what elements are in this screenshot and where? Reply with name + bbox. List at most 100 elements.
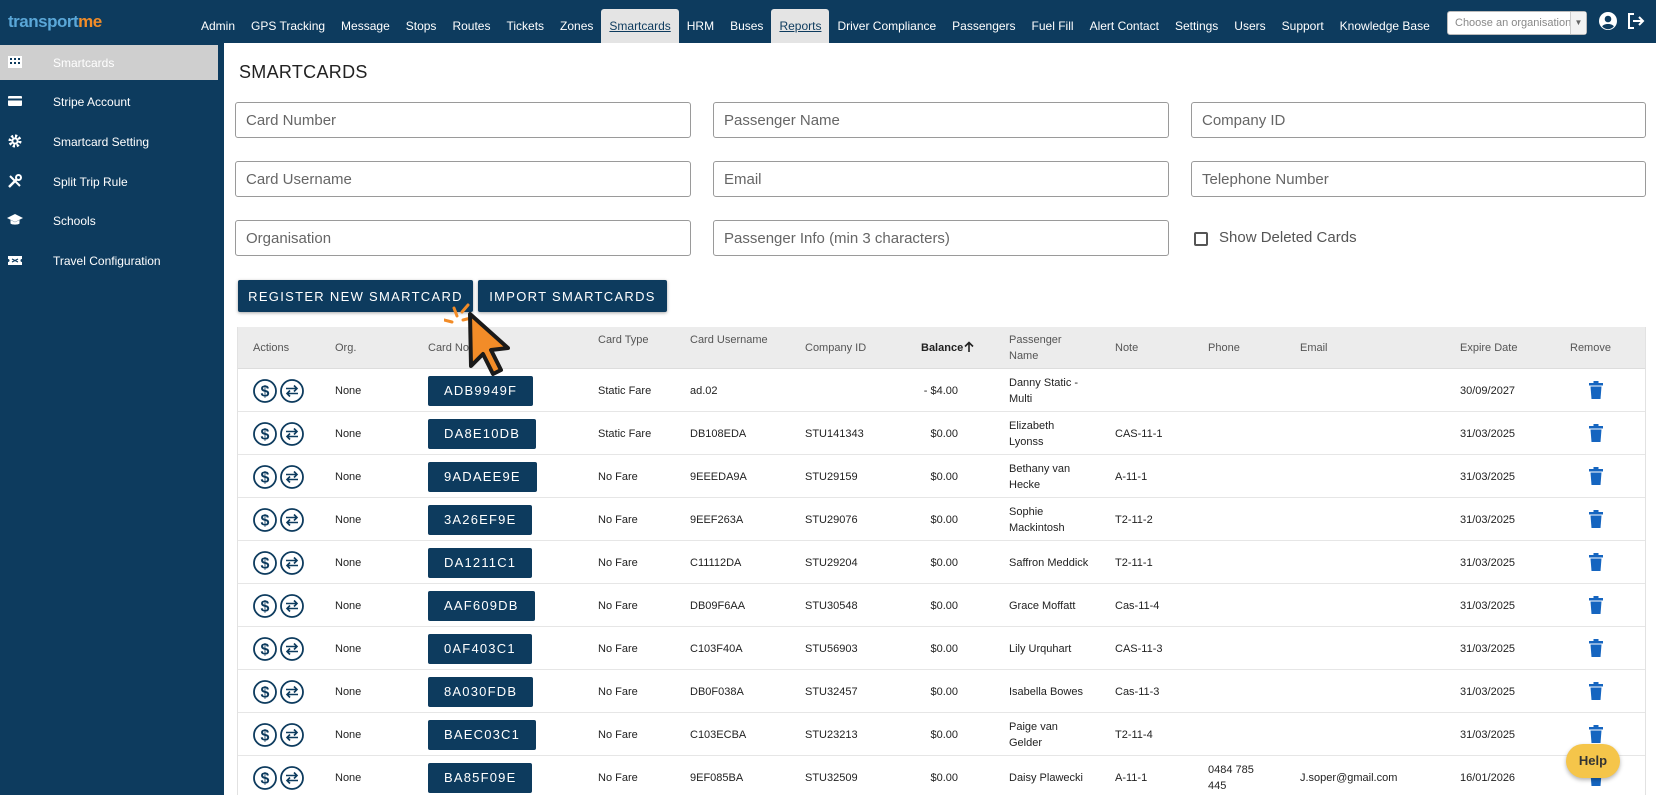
transfer-icon[interactable] bbox=[280, 465, 304, 489]
card-number-button[interactable]: DA8E10DB bbox=[428, 419, 537, 449]
nav-item-alert-contact[interactable]: Alert Contact bbox=[1082, 9, 1167, 43]
header-phone[interactable]: Phone bbox=[1208, 340, 1240, 356]
header-card-no[interactable]: Card No. bbox=[428, 340, 472, 356]
passenger-name-field[interactable] bbox=[713, 102, 1169, 138]
nav-item-tickets[interactable]: Tickets bbox=[498, 9, 552, 43]
svg-text:$: $ bbox=[261, 728, 270, 745]
delete-trash-icon[interactable] bbox=[1589, 510, 1603, 528]
card-number-button[interactable]: 8A030FDB bbox=[428, 677, 534, 707]
svg-text:$: $ bbox=[261, 427, 270, 444]
transfer-icon[interactable] bbox=[280, 422, 304, 446]
nav-item-reports[interactable]: Reports bbox=[771, 9, 830, 43]
header-card-type[interactable]: Card Type bbox=[598, 332, 649, 348]
sort-ascending-icon[interactable] bbox=[964, 341, 974, 353]
card-number-button[interactable]: BA85F09E bbox=[428, 763, 533, 793]
organisation-field[interactable] bbox=[235, 220, 691, 256]
transfer-icon[interactable] bbox=[280, 766, 304, 790]
sidebar-item-split-trip-rule[interactable]: Split Trip Rule bbox=[0, 164, 218, 199]
nav-item-settings[interactable]: Settings bbox=[1167, 9, 1226, 43]
header-note[interactable]: Note bbox=[1115, 340, 1138, 356]
organisation-select[interactable]: Choose an organisation ▼ bbox=[1447, 11, 1587, 35]
header-passenger-name[interactable]: Passenger Name bbox=[1009, 332, 1069, 364]
top-up-balance-icon[interactable]: $ bbox=[253, 551, 277, 575]
header-card-username[interactable]: Card Username bbox=[690, 332, 770, 348]
transfer-icon[interactable] bbox=[280, 508, 304, 532]
nav-item-driver-compliance[interactable]: Driver Compliance bbox=[829, 9, 944, 43]
cell-card-type: No Fare bbox=[598, 557, 638, 569]
nav-item-gps-tracking[interactable]: GPS Tracking bbox=[243, 9, 333, 43]
header-org[interactable]: Org. bbox=[335, 340, 356, 356]
nav-item-fuel-fill[interactable]: Fuel Fill bbox=[1024, 9, 1082, 43]
register-smartcard-button[interactable]: REGISTER NEW SMARTCARD bbox=[238, 280, 473, 312]
nav-item-knowledge-base[interactable]: Knowledge Base bbox=[1332, 9, 1438, 43]
transfer-icon[interactable] bbox=[280, 379, 304, 403]
top-navbar: transportme Admin GPS Tracking Message Stop… bbox=[0, 0, 1656, 43]
nav-item-routes[interactable]: Routes bbox=[444, 9, 498, 43]
top-up-balance-icon[interactable]: $ bbox=[253, 766, 277, 790]
show-deleted-checkbox[interactable] bbox=[1194, 232, 1208, 246]
brand-logo[interactable]: transportme bbox=[8, 12, 102, 32]
nav-item-smartcards[interactable]: Smartcards bbox=[601, 9, 679, 43]
transfer-icon[interactable] bbox=[280, 594, 304, 618]
card-number-button[interactable]: 9ADAEE9E bbox=[428, 462, 537, 492]
nav-item-buses[interactable]: Buses bbox=[722, 9, 771, 43]
sidebar-item-smartcards[interactable]: Smartcards bbox=[0, 45, 218, 80]
user-account-icon[interactable] bbox=[1598, 11, 1618, 31]
delete-trash-icon[interactable] bbox=[1589, 639, 1603, 657]
card-number-button[interactable]: DA1211C1 bbox=[428, 548, 533, 578]
card-username-field[interactable] bbox=[235, 161, 691, 197]
delete-trash-icon[interactable] bbox=[1589, 467, 1603, 485]
sidebar-item-stripe-account[interactable]: Stripe Account bbox=[0, 84, 218, 119]
top-up-balance-icon[interactable]: $ bbox=[253, 508, 277, 532]
delete-trash-icon[interactable] bbox=[1589, 682, 1603, 700]
delete-trash-icon[interactable] bbox=[1589, 596, 1603, 614]
help-button[interactable]: Help bbox=[1566, 744, 1620, 778]
email-field[interactable] bbox=[713, 161, 1169, 197]
header-balance[interactable]: Balance bbox=[921, 340, 963, 356]
top-up-balance-icon[interactable]: $ bbox=[253, 680, 277, 704]
top-up-balance-icon[interactable]: $ bbox=[253, 465, 277, 489]
nav-item-hrm[interactable]: HRM bbox=[679, 9, 722, 43]
import-smartcards-button[interactable]: IMPORT SMARTCARDS bbox=[478, 280, 667, 312]
passenger-info-field[interactable] bbox=[713, 220, 1169, 256]
top-up-balance-icon[interactable]: $ bbox=[253, 379, 277, 403]
sidebar-item-travel-configuration[interactable]: Travel Configuration bbox=[0, 243, 218, 278]
header-company-id[interactable]: Company ID bbox=[805, 340, 866, 356]
top-up-balance-icon[interactable]: $ bbox=[253, 723, 277, 747]
delete-trash-icon[interactable] bbox=[1589, 553, 1603, 571]
cell-card-type: Static Fare bbox=[598, 385, 652, 397]
delete-trash-icon[interactable] bbox=[1589, 381, 1603, 399]
top-up-balance-icon[interactable]: $ bbox=[253, 594, 277, 618]
card-number-button[interactable]: ADB9949F bbox=[428, 376, 534, 406]
transfer-icon[interactable] bbox=[280, 637, 304, 661]
nav-item-message[interactable]: Message bbox=[333, 9, 398, 43]
card-number-button[interactable]: BAEC03C1 bbox=[428, 720, 537, 750]
logout-icon[interactable] bbox=[1626, 11, 1646, 31]
sidebar-item-smartcard-setting[interactable]: Smartcard Setting bbox=[0, 124, 218, 159]
nav-item-stops[interactable]: Stops bbox=[398, 9, 445, 43]
nav-item-admin[interactable]: Admin bbox=[193, 9, 243, 43]
company-id-field[interactable] bbox=[1191, 102, 1646, 138]
transfer-icon[interactable] bbox=[280, 551, 304, 575]
table-row: $ None BAEC03C1 No Fare C103ECBA STU23213 $0.0… bbox=[238, 713, 1645, 756]
delete-trash-icon[interactable] bbox=[1589, 725, 1603, 743]
nav-item-support[interactable]: Support bbox=[1274, 9, 1332, 43]
cell-card-username: DB108EDA bbox=[690, 428, 747, 440]
telephone-field[interactable] bbox=[1191, 161, 1646, 197]
nav-item-zones[interactable]: Zones bbox=[552, 9, 601, 43]
card-number-button[interactable]: 3A26EF9E bbox=[428, 505, 533, 535]
header-email[interactable]: Email bbox=[1300, 340, 1328, 356]
header-expire-date[interactable]: Expire Date bbox=[1460, 340, 1517, 356]
card-number-button[interactable]: 0AF403C1 bbox=[428, 634, 532, 664]
top-up-balance-icon[interactable]: $ bbox=[253, 637, 277, 661]
top-up-balance-icon[interactable]: $ bbox=[253, 422, 277, 446]
nav-item-users[interactable]: Users bbox=[1226, 9, 1273, 43]
card-number-button[interactable]: AAF609DB bbox=[428, 591, 535, 621]
sidebar-item-schools[interactable]: Schools bbox=[0, 203, 218, 238]
nav-item-passengers[interactable]: Passengers bbox=[944, 9, 1023, 43]
transfer-icon[interactable] bbox=[280, 680, 304, 704]
card-number-field[interactable] bbox=[235, 102, 691, 138]
delete-trash-icon[interactable] bbox=[1589, 424, 1603, 442]
cell-card-type: No Fare bbox=[598, 600, 638, 612]
transfer-icon[interactable] bbox=[280, 723, 304, 747]
